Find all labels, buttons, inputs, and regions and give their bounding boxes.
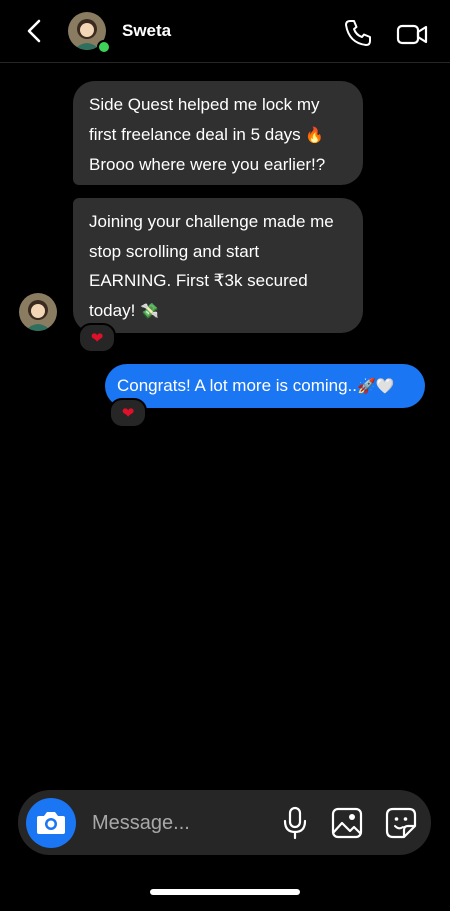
incoming-message-bubble[interactable]: Joining your challenge made me stop scro…: [73, 198, 363, 333]
heart-reaction[interactable]: ❤: [78, 323, 116, 353]
video-call-icon[interactable]: [396, 20, 428, 48]
outgoing-message-bubble[interactable]: Congrats! A lot more is coming..🚀🤍: [105, 364, 425, 408]
message-line: Joining your challenge made me: [89, 212, 334, 231]
message-input[interactable]: Message...: [92, 812, 190, 835]
sender-avatar[interactable]: [19, 293, 57, 331]
back-icon[interactable]: [22, 18, 48, 44]
gallery-icon[interactable]: [330, 806, 364, 840]
microphone-icon[interactable]: [282, 806, 308, 840]
heart-icon: ❤: [90, 329, 104, 347]
message-line: Side Quest helped me lock my: [89, 95, 320, 114]
camera-button[interactable]: [26, 798, 76, 848]
money-wings-emoji: 💸: [140, 301, 159, 320]
message-line: first freelance deal in 5 days 🔥: [89, 120, 347, 151]
message-line: Congrats! A lot more is coming..🚀🤍: [117, 373, 413, 399]
message-line: Brooo where were you earlier!?: [89, 155, 326, 174]
sticker-icon[interactable]: [384, 806, 418, 840]
contact-name[interactable]: Sweta: [122, 21, 171, 41]
message-line-text: today!: [89, 300, 136, 320]
chat-header: Sweta: [0, 0, 450, 63]
message-composer: [18, 790, 431, 855]
phone-call-icon[interactable]: [343, 18, 373, 48]
message-line-text: Congrats! A lot more is coming..: [117, 376, 357, 395]
rocket-heart-emoji: 🚀🤍: [357, 377, 395, 395]
heart-reaction[interactable]: ❤: [109, 398, 147, 428]
home-indicator[interactable]: [150, 889, 300, 895]
message-line: today! 💸: [89, 296, 347, 327]
message-line-text: first freelance deal in 5 days: [89, 124, 301, 144]
online-status-dot: [97, 40, 111, 54]
incoming-message-bubble[interactable]: Side Quest helped me lock my first freel…: [73, 81, 363, 185]
message-line: EARNING. First ₹3k secured: [89, 271, 308, 290]
heart-icon: ❤: [121, 404, 135, 422]
camera-icon: [37, 812, 65, 834]
fire-emoji: 🔥: [305, 125, 325, 144]
message-line: stop scrolling and start: [89, 241, 260, 261]
